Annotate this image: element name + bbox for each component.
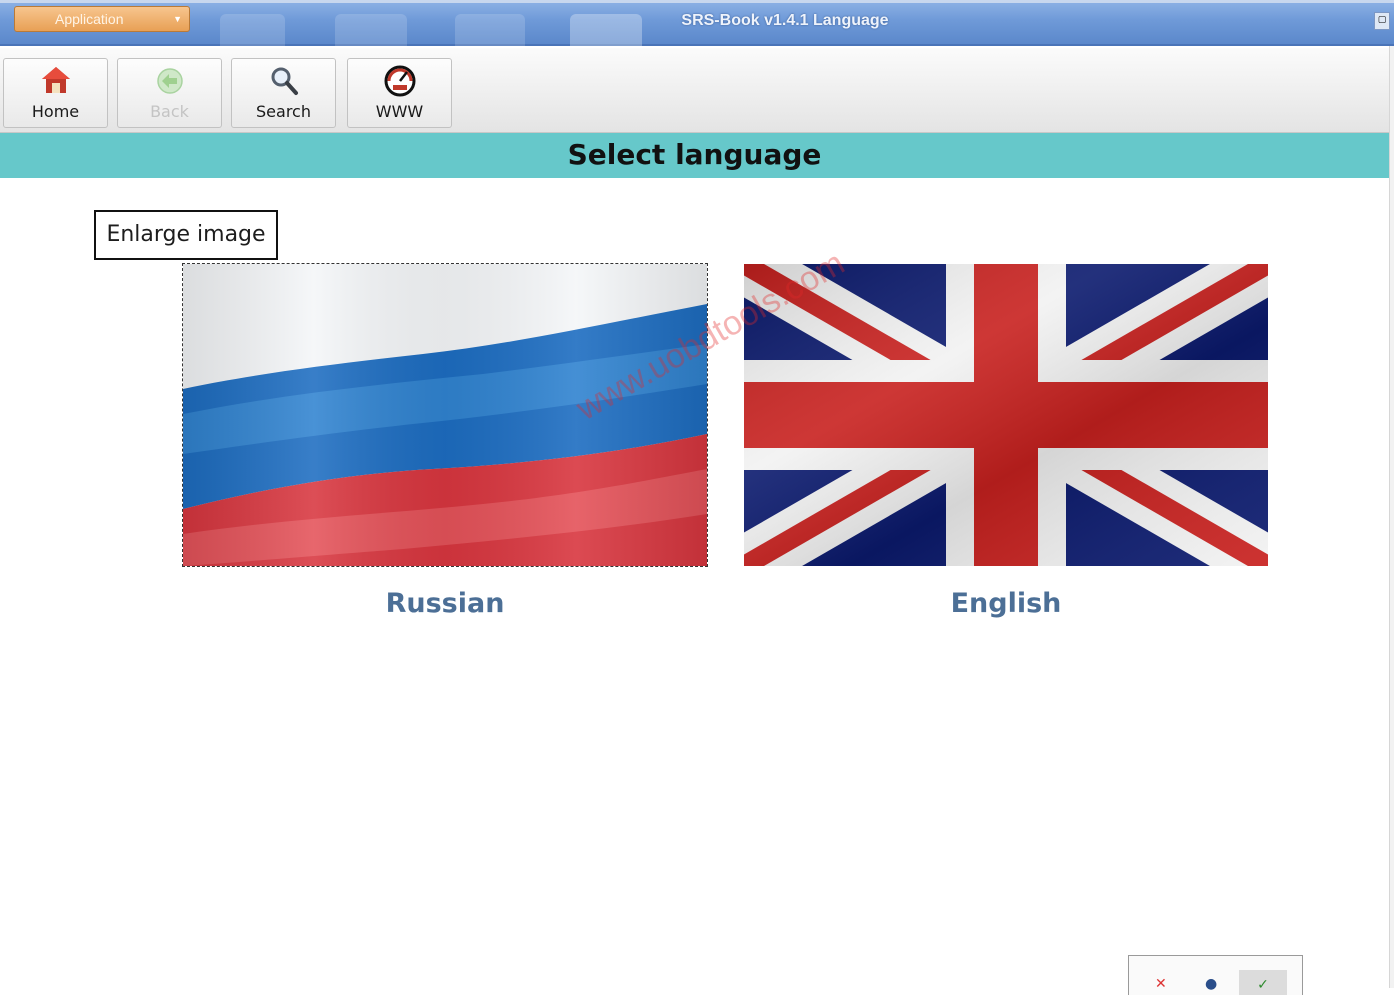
titlebar-decoration (335, 14, 407, 46)
www-button-label: WWW (375, 102, 424, 121)
titlebar-decoration (455, 14, 525, 46)
application-menu-label: Application (55, 11, 124, 27)
back-button-label: Back (150, 102, 189, 121)
heading-band: Select language (0, 133, 1389, 178)
toolbar: Home Back Search WWW (0, 48, 1394, 133)
home-button[interactable]: Home (3, 58, 108, 128)
chevron-down-icon: ▼ (173, 14, 182, 24)
search-button[interactable]: Search (231, 58, 336, 128)
application-menu-button[interactable]: Application ▼ (14, 6, 190, 32)
speedometer-icon (384, 65, 415, 97)
russian-flag (183, 264, 707, 566)
titlebar-top-strip (0, 0, 1394, 3)
www-button[interactable]: WWW (347, 58, 452, 128)
window-title: SRS-Book v1.4.1 Language (681, 12, 889, 29)
window-control-button[interactable]: ▢ (1374, 12, 1390, 30)
home-button-label: Home (31, 102, 80, 121)
enlarge-image-button[interactable]: Enlarge image (94, 210, 278, 260)
english-language-label[interactable]: English (744, 588, 1268, 619)
russian-language-label[interactable]: Russian (183, 588, 707, 619)
russian-flag-image[interactable] (182, 263, 708, 567)
info-icon[interactable]: ● (1205, 976, 1217, 992)
right-edge-strip (1389, 46, 1394, 988)
uk-flag-image[interactable] (744, 264, 1268, 566)
bottom-action-panel: ✕ ● ✓ (1128, 955, 1303, 995)
back-button[interactable]: Back (117, 58, 222, 128)
back-arrow-icon (156, 68, 183, 94)
page-title: Select language (567, 138, 822, 171)
search-button-label: Search (256, 102, 311, 121)
titlebar-decoration (220, 14, 285, 46)
magnifier-icon (271, 67, 298, 95)
window-titlebar: Application ▼ SRS-Book v1.4.1 Language ▢ (0, 0, 1394, 46)
confirm-icon[interactable]: ✓ (1239, 970, 1287, 995)
close-icon[interactable]: ✕ (1155, 976, 1167, 992)
home-icon (41, 67, 70, 93)
uk-flag (744, 264, 1268, 566)
